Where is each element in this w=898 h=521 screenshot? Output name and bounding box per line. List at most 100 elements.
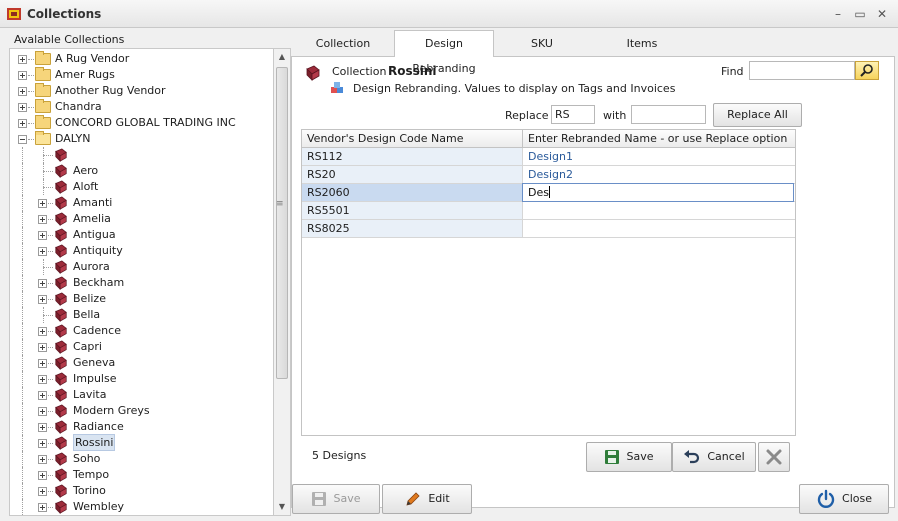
design-grid[interactable]: Vendor's Design Code Name Enter Rebrande… (301, 129, 796, 436)
tree-collection-item[interactable]: Amanti (10, 195, 272, 211)
tree-vendor-folder[interactable]: Amer Rugs (10, 67, 272, 83)
expand-icon[interactable] (38, 295, 47, 304)
expand-icon[interactable] (38, 215, 47, 224)
find-button[interactable] (855, 61, 879, 80)
minimize-button[interactable]: – (829, 5, 847, 23)
collapse-icon[interactable] (18, 135, 27, 144)
tree-collection-item[interactable]: Torino (10, 483, 272, 499)
save-designs-button[interactable]: Save (586, 442, 672, 472)
expand-icon[interactable] (38, 199, 47, 208)
collections-panel: Avalable Collections A Rug Vendor Amer Ru… (6, 30, 291, 518)
close-button[interactable]: Close (799, 484, 889, 514)
tree-collection-item[interactable]: Bella (10, 307, 272, 323)
expand-icon[interactable] (38, 407, 47, 416)
tree-collection-item[interactable] (10, 147, 272, 163)
design-code-cell[interactable]: RS5501 (302, 202, 523, 219)
tree-collection-item[interactable]: Radiance (10, 419, 272, 435)
tree-collection-item[interactable]: Belize (10, 291, 272, 307)
tree-collection-item[interactable]: Geneva (10, 355, 272, 371)
tree-collection-item[interactable]: Rossini (10, 434, 272, 451)
tree-collection-item[interactable]: Modern Greys (10, 403, 272, 419)
expand-icon[interactable] (18, 103, 27, 112)
tree-collection-item[interactable]: Impulse (10, 371, 272, 387)
with-input[interactable] (631, 105, 706, 124)
tree-vendor-folder[interactable]: A Rug Vendor (10, 51, 272, 67)
collection-label: Cadence (73, 324, 121, 337)
tree-scrollbar[interactable]: ▲ ≡ ▼ (274, 48, 291, 516)
design-code-cell[interactable]: RS2060 (302, 184, 523, 201)
design-code-cell[interactable]: RS112 (302, 148, 523, 165)
tree-vendor-folder[interactable]: Chandra (10, 99, 272, 115)
tab-sku[interactable]: SKU (507, 34, 577, 56)
column-header-code[interactable]: Vendor's Design Code Name (302, 130, 523, 148)
tab-design-rebranding[interactable]: Design Rebranding (394, 30, 494, 75)
tree-collection-item[interactable]: Antiquity (10, 243, 272, 259)
replace-input[interactable]: RS (551, 105, 595, 124)
expand-icon[interactable] (38, 471, 47, 480)
collections-tree[interactable]: A Rug Vendor Amer Rugs Another Rug Vendor C… (9, 48, 274, 516)
close-window-button[interactable]: ✕ (873, 5, 891, 23)
rebranded-name-cell[interactable] (523, 202, 795, 219)
delete-button[interactable] (758, 442, 790, 472)
expand-icon[interactable] (38, 439, 47, 448)
column-header-rebranded-name[interactable]: Enter Rebranded Name - or use Replace op… (523, 130, 795, 148)
expand-icon[interactable] (38, 231, 47, 240)
table-row[interactable]: RS8025 (302, 220, 795, 238)
tree-collection-item[interactable]: Cadence (10, 323, 272, 339)
tree-collection-item[interactable]: Lavita (10, 387, 272, 403)
scroll-down-arrow-icon[interactable]: ▼ (274, 499, 290, 515)
tree-collection-item[interactable]: Aurora (10, 259, 272, 275)
design-code-cell[interactable]: RS8025 (302, 220, 523, 237)
rebranded-name-cell[interactable]: Design1 (523, 148, 795, 165)
tab-items[interactable]: Items (607, 34, 677, 56)
tree-collection-item[interactable]: Tempo (10, 467, 272, 483)
expand-icon[interactable] (38, 423, 47, 432)
table-row[interactable]: RS112 Design1 (302, 148, 795, 166)
table-row[interactable]: RS5501 (302, 202, 795, 220)
tree-collection-item[interactable]: Amelia (10, 211, 272, 227)
tree-collection-item[interactable]: Capri (10, 339, 272, 355)
expand-icon[interactable] (38, 279, 47, 288)
tree-vendor-folder[interactable]: DALYN (10, 131, 272, 147)
blocks-icon (331, 82, 343, 93)
expand-icon[interactable] (38, 359, 47, 368)
rebranded-name-text: Des (528, 186, 549, 199)
replace-all-button[interactable]: Replace All (713, 103, 802, 127)
expand-icon[interactable] (38, 391, 47, 400)
expand-icon[interactable] (18, 55, 27, 64)
maximize-button[interactable]: ▭ (851, 5, 869, 23)
expand-icon[interactable] (38, 487, 47, 496)
tree-collection-item[interactable]: Beckham (10, 275, 272, 291)
tab-collection[interactable]: Collection (305, 34, 381, 56)
tree-vendor-folder[interactable]: CONCORD GLOBAL TRADING INC (10, 115, 272, 131)
tree-collection-item[interactable]: Antigua (10, 227, 272, 243)
collection-label: Soho (73, 452, 101, 465)
rebranded-name-cell[interactable] (523, 220, 795, 237)
expand-icon[interactable] (38, 455, 47, 464)
scroll-up-arrow-icon[interactable]: ▲ (274, 49, 290, 65)
expand-icon[interactable] (38, 327, 47, 336)
design-code-cell[interactable]: RS20 (302, 166, 523, 183)
expand-icon[interactable] (38, 503, 47, 512)
table-row[interactable]: RS20 Design2 (302, 166, 795, 184)
tree-vendor-folder[interactable]: Another Rug Vendor (10, 83, 272, 99)
table-row[interactable]: RS2060 Des (302, 183, 795, 202)
rebranded-name-cell[interactable]: Design2 (523, 166, 795, 183)
edit-button[interactable]: Edit (382, 484, 472, 514)
rebranded-name-cell[interactable]: Des (522, 183, 794, 202)
expand-icon[interactable] (18, 71, 27, 80)
expand-icon[interactable] (38, 343, 47, 352)
expand-icon[interactable] (18, 87, 27, 96)
tree-collection-item[interactable]: Aero (10, 163, 272, 179)
expand-icon[interactable] (38, 247, 47, 256)
expand-icon[interactable] (38, 375, 47, 384)
expand-icon[interactable] (18, 119, 27, 128)
cancel-button[interactable]: Cancel (672, 442, 756, 472)
folder-open-icon (35, 131, 51, 145)
tree-collection-item[interactable]: Aloft (10, 179, 272, 195)
tree-collection-item[interactable]: Wembley (10, 499, 272, 515)
scroll-thumb[interactable] (276, 67, 288, 379)
tree-collection-item[interactable]: Soho (10, 451, 272, 467)
find-input[interactable] (749, 61, 855, 80)
save-collection-button[interactable]: Save (292, 484, 380, 514)
